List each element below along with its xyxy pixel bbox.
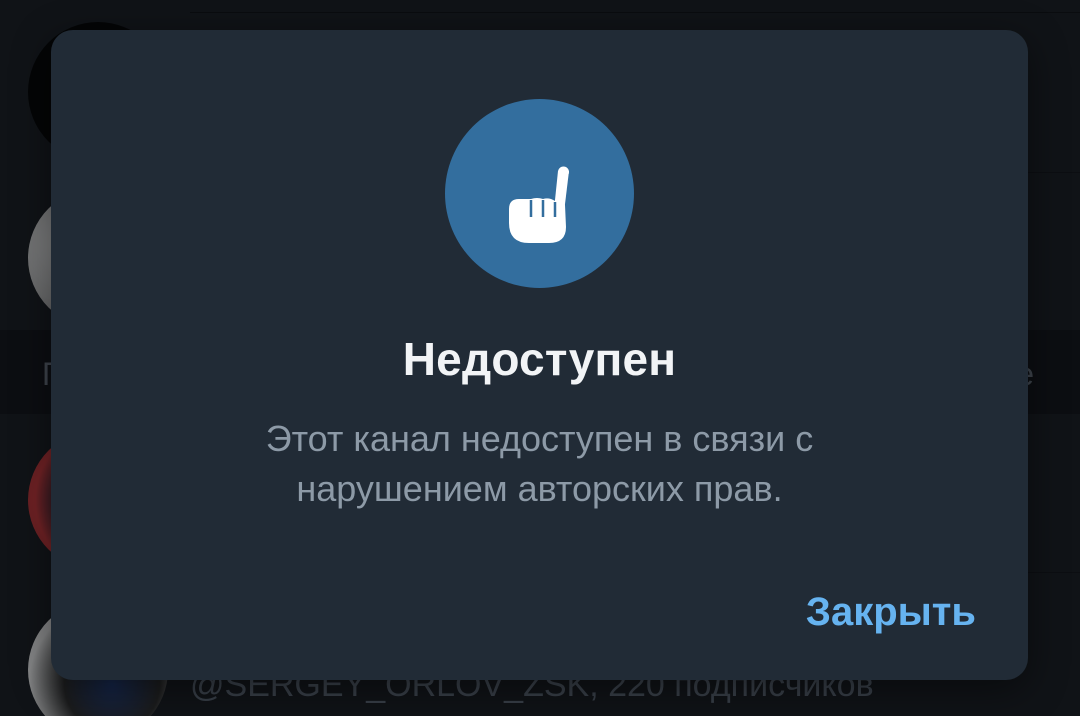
dialog-message: Этот канал недоступен в связи с нарушени… <box>265 418 814 509</box>
pointing-finger-icon <box>509 166 569 243</box>
icon-badge <box>445 99 634 288</box>
app-screen: П е @SERGEY_ORLOV_ZSK, 220 подписчиков Н… <box>0 0 1080 716</box>
close-button[interactable]: Закрыть <box>806 590 976 635</box>
dialog-title: Недоступен <box>402 333 677 385</box>
unavailable-dialog: Недоступен Этот канал недоступен в связи… <box>51 30 1028 680</box>
